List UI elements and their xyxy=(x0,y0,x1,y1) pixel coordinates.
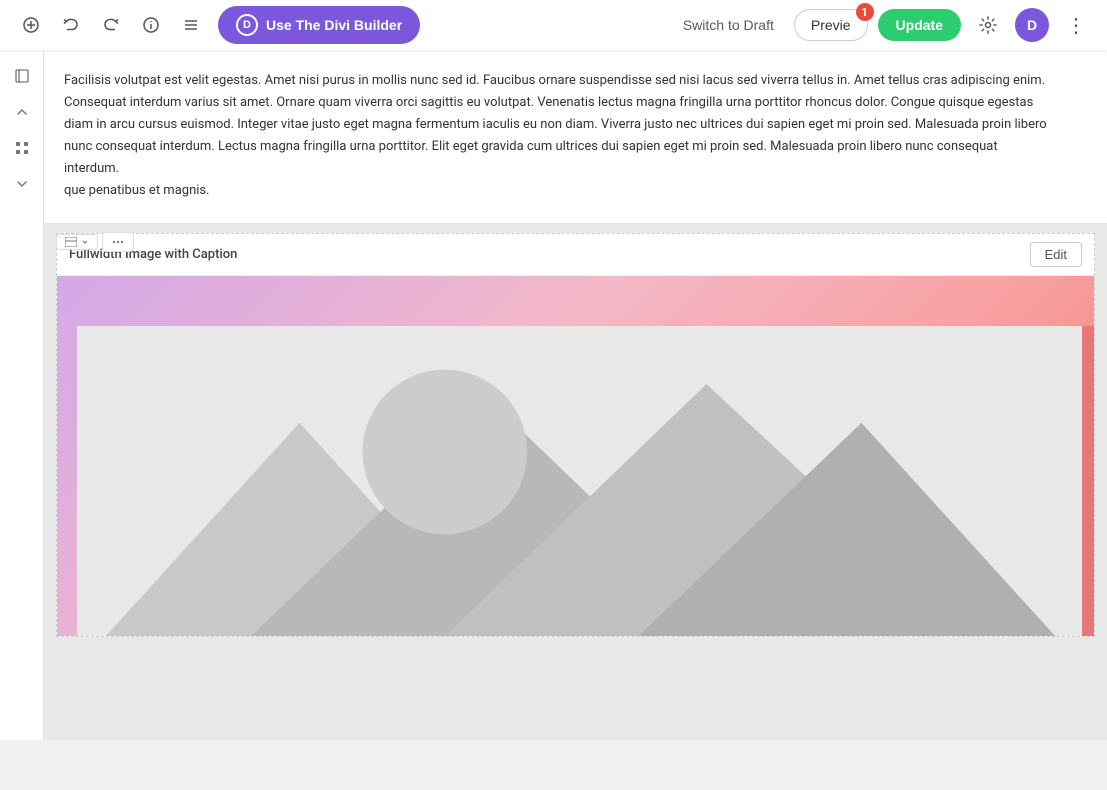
placeholder-svg xyxy=(77,326,1084,636)
more-options-button[interactable]: ⋮ xyxy=(1059,8,1093,42)
module-edit-button[interactable]: Edit xyxy=(1030,242,1082,267)
switch-to-draft-button[interactable]: Switch to Draft xyxy=(673,11,784,39)
module-more-button[interactable] xyxy=(102,232,134,252)
main-content: Facilisis volutpat est velit egestas. Am… xyxy=(0,50,1107,740)
sidebar-grid-button[interactable] xyxy=(6,132,38,164)
undo-button[interactable] xyxy=(54,8,88,42)
preview-button-wrap: Previe 1 xyxy=(794,9,868,41)
fullwidth-image-placeholder xyxy=(57,276,1094,636)
text-block: Facilisis volutpat est velit egestas. Am… xyxy=(44,50,1107,223)
left-sidebar xyxy=(0,50,44,740)
toolbar-right: Switch to Draft Previe 1 Update D ⋮ xyxy=(673,8,1093,42)
update-button[interactable]: Update xyxy=(878,9,961,41)
image-placeholder-inner xyxy=(77,326,1084,636)
sidebar-expand-button[interactable] xyxy=(6,60,38,92)
toolbar-left: D Use The Divi Builder xyxy=(14,6,420,44)
add-button[interactable] xyxy=(14,8,48,42)
info-button[interactable] xyxy=(134,8,168,42)
page-content-area: Facilisis volutpat est velit egestas. Am… xyxy=(44,50,1107,740)
sidebar-up-button[interactable] xyxy=(6,96,38,128)
notification-badge: 1 xyxy=(856,3,874,21)
divi-builder-button[interactable]: D Use The Divi Builder xyxy=(218,6,420,44)
settings-button[interactable] xyxy=(971,8,1005,42)
red-edge-bar xyxy=(1082,326,1094,636)
menu-button[interactable] xyxy=(174,8,208,42)
toolbar: D Use The Divi Builder Switch to Draft P… xyxy=(0,0,1107,50)
module-float-controls xyxy=(56,232,134,252)
paragraph-text: Facilisis volutpat est velit egestas. Am… xyxy=(64,70,1047,203)
divi-logo: D xyxy=(236,14,258,36)
redo-button[interactable] xyxy=(94,8,128,42)
module-header: Fullwidth Image with Caption Edit xyxy=(57,234,1094,276)
sidebar-down-button[interactable] xyxy=(6,168,38,200)
divi-account-button[interactable]: D xyxy=(1015,8,1049,42)
module-layout-button[interactable] xyxy=(56,234,98,250)
module-row: Fullwidth Image with Caption Edit xyxy=(56,233,1095,637)
module-content-box: Fullwidth Image with Caption Edit xyxy=(56,233,1095,637)
